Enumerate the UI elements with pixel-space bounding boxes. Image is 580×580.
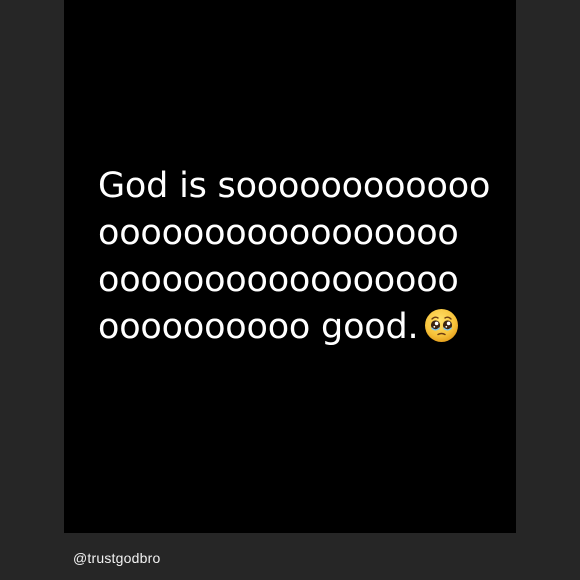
pleading-face-icon xyxy=(424,308,459,343)
post-line-2: ooooooooooooooooo xyxy=(98,213,459,253)
post-text: God is soooooooooooo ooooooooooooooooo o… xyxy=(98,163,508,351)
author-handle[interactable]: @trustgodbro xyxy=(73,550,160,566)
post-line-4-text: oooooooooo good. xyxy=(98,307,419,347)
post-line-4: oooooooooo good. xyxy=(98,304,508,351)
post-line-1: God is soooooooooooo xyxy=(98,166,491,206)
post-line-3: ooooooooooooooooo xyxy=(98,260,459,300)
screenshot-frame: God is soooooooooooo ooooooooooooooooo o… xyxy=(0,0,580,580)
post-card: God is soooooooooooo ooooooooooooooooo o… xyxy=(64,0,516,533)
